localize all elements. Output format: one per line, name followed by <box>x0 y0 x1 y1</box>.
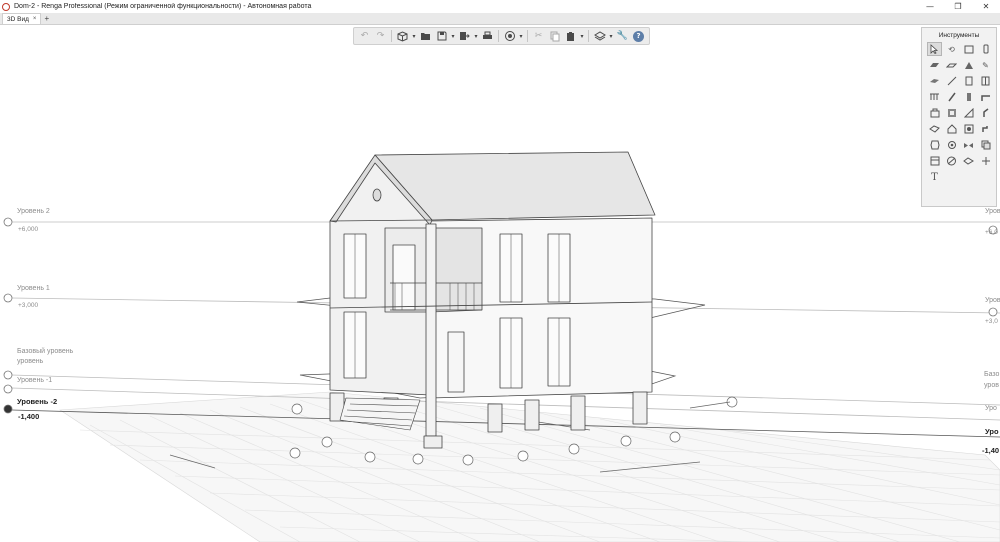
wall-frame-tool-icon[interactable] <box>961 42 976 56</box>
undo-icon[interactable]: ↶ <box>357 29 372 44</box>
slab-tool-icon[interactable] <box>944 58 959 72</box>
window-tool-icon[interactable] <box>978 74 993 88</box>
house-model <box>329 151 656 449</box>
copy-icon[interactable] <box>547 29 562 44</box>
3d-viewport[interactable] <box>0 26 1000 542</box>
help-icon: ? <box>633 30 644 42</box>
room-tool-icon[interactable] <box>927 122 942 136</box>
cut-icon[interactable]: ✂ <box>531 29 546 44</box>
lighting-tool-icon[interactable] <box>944 138 959 152</box>
tool-grid: ⟲ ✎ T <box>922 42 996 186</box>
add-tab-button[interactable]: + <box>41 13 52 24</box>
beam-tool-icon[interactable] <box>944 90 959 104</box>
save-icon[interactable] <box>434 29 449 44</box>
toolbar-separator <box>588 30 589 42</box>
level-label-minus-1: Уровень -1 <box>17 377 53 384</box>
layers-dropdown-icon[interactable]: ▾ <box>608 29 614 44</box>
ramp-tool-icon[interactable] <box>961 106 976 120</box>
level-elevation-2: +6,000 <box>18 226 39 233</box>
toolbar-separator <box>391 30 392 42</box>
tab-3d-view[interactable]: 3D Вид × <box>2 13 42 24</box>
paste-icon[interactable] <box>563 29 578 44</box>
dimension-tool-icon[interactable] <box>944 154 959 168</box>
toolbar-separator <box>527 30 528 42</box>
rotate-tool-icon[interactable]: ⟲ <box>944 42 959 56</box>
level-elevation-2-right: +6,0 <box>985 229 998 236</box>
level-label-minus-2-right: Уро <box>985 427 999 436</box>
level-mark-tool-icon[interactable] <box>961 154 976 168</box>
visibility-settings-icon[interactable] <box>502 29 517 44</box>
level-label-minus-2: Уровень -2 <box>17 397 58 406</box>
window-title: Dom-2 - Renga Professional (Режим ограни… <box>14 3 312 10</box>
tab-close-button[interactable]: × <box>33 16 37 22</box>
wall-tool-icon[interactable] <box>927 58 942 72</box>
valve-tool-icon[interactable] <box>961 138 976 152</box>
select-tool-icon[interactable] <box>927 42 942 56</box>
view-cube-dropdown-icon[interactable]: ▾ <box>411 29 417 44</box>
level-label-2-right: Уров <box>985 208 1000 215</box>
export-dropdown-icon[interactable]: ▾ <box>473 29 479 44</box>
duct-tool-icon[interactable] <box>978 106 993 120</box>
wrench-icon[interactable]: 🔧 <box>615 29 630 44</box>
door-tool-icon[interactable] <box>961 74 976 88</box>
view-cube-icon[interactable] <box>395 29 410 44</box>
opening-tool-icon[interactable] <box>961 122 976 136</box>
print-icon[interactable] <box>480 29 495 44</box>
app-logo-icon <box>2 2 10 11</box>
view-toolbar: ↶ ↷ ▾ ▾ ▾ ▾ ✂ ▾ ▾ 🔧 ? <box>353 27 650 45</box>
line-tool-icon[interactable] <box>944 74 959 88</box>
level-elevation-minus-2-right: -1,40 <box>982 446 1000 455</box>
fitting-tool-icon[interactable] <box>978 122 993 136</box>
scene-canvas[interactable] <box>0 26 1000 542</box>
level-label-1: Уровень 1 <box>17 285 50 292</box>
pencil-tool-icon[interactable]: ✎ <box>978 58 993 72</box>
title-bar: Dom-2 - Renga Professional (Режим ограни… <box>0 0 1000 13</box>
layers-icon[interactable] <box>592 29 607 44</box>
house-tool-icon[interactable] <box>944 122 959 136</box>
level-label-base-right: Базо <box>984 371 1000 378</box>
open-folder-icon[interactable] <box>418 29 433 44</box>
toolbar-separator <box>498 30 499 42</box>
document-tab-strip: 3D Вид × + <box>0 13 1000 25</box>
minimize-button[interactable]: — <box>916 0 944 13</box>
pipe-tool-icon[interactable] <box>978 90 993 104</box>
level-label-base-line2: уровень <box>17 358 44 365</box>
close-button[interactable]: ✕ <box>972 0 1000 13</box>
tab-label: 3D Вид <box>7 15 29 23</box>
column-tool-icon[interactable] <box>978 42 993 56</box>
level-elevation-1-right: +3,0 <box>985 318 998 325</box>
level-elevation-minus-2: -1,400 <box>18 412 40 421</box>
maximize-button[interactable]: ❐ <box>944 0 972 13</box>
railing-tool-icon[interactable] <box>927 90 942 104</box>
level-label-minus-1-right: Уро <box>985 405 997 412</box>
instruments-panel: Инструменты ⟲ ✎ T <box>921 27 997 207</box>
roof-tool-icon[interactable] <box>961 58 976 72</box>
level-label-1-right: Уров <box>985 297 1000 304</box>
floor-tool-icon[interactable] <box>927 74 942 88</box>
text-tool-icon[interactable]: T <box>927 170 942 184</box>
element-tool-icon[interactable] <box>927 154 942 168</box>
mechanical-tool-icon[interactable] <box>927 138 942 152</box>
equipment-tool-icon[interactable] <box>927 106 942 120</box>
level-label-2: Уровень 2 <box>17 208 50 215</box>
paste-dropdown-icon[interactable]: ▾ <box>579 29 585 44</box>
export-icon[interactable] <box>457 29 472 44</box>
instruments-title: Инструменты <box>938 32 980 39</box>
axis-tool-icon[interactable] <box>978 154 993 168</box>
app-window: Dom-2 - Renga Professional (Режим ограни… <box>0 0 1000 542</box>
save-dropdown-icon[interactable]: ▾ <box>450 29 456 44</box>
redo-icon[interactable]: ↷ <box>373 29 388 44</box>
level-label-base: Базовый уровень <box>17 348 74 355</box>
sensor-tool-icon[interactable] <box>978 138 993 152</box>
help-button[interactable]: ? <box>631 29 646 44</box>
level-elevation-1: +3,000 <box>18 302 39 309</box>
level-label-base-right-line2: уров <box>984 382 999 389</box>
visibility-dropdown-icon[interactable]: ▾ <box>518 29 524 44</box>
stair-tool-icon[interactable] <box>944 106 959 120</box>
plate-tool-icon[interactable] <box>961 90 976 104</box>
